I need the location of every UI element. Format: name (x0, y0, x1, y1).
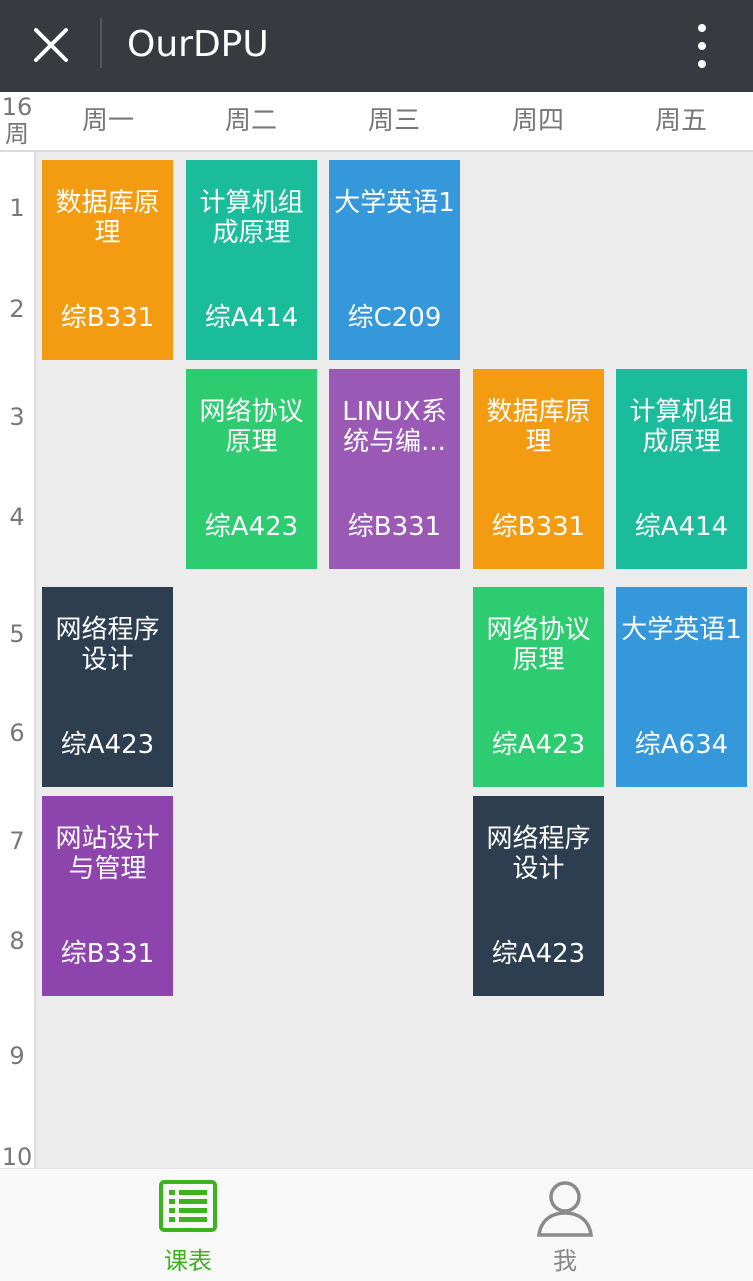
course-name: 数据库原理 (55, 188, 160, 248)
course-card[interactable]: 网站设计与管理综B331 (42, 796, 173, 996)
period-number: 10 (1, 1143, 33, 1168)
course-card[interactable]: 数据库原理综B331 (42, 160, 173, 360)
course-name: LINUX系统与编... (342, 397, 447, 457)
course-card[interactable]: 网络协议原理综A423 (186, 369, 317, 569)
period-number: 6 (9, 719, 25, 747)
more-menu-button[interactable] (680, 16, 724, 76)
course-room: 综B331 (491, 512, 586, 542)
course-card[interactable]: 网络程序设计综A423 (473, 796, 604, 996)
week-unit: 周 (5, 120, 29, 148)
period-number: 1 (9, 194, 25, 222)
course-card[interactable]: LINUX系统与编... 综B331 (329, 369, 460, 569)
more-dot-icon (698, 60, 706, 68)
course-room: 综B331 (347, 512, 442, 542)
day-header: 周四 (511, 106, 564, 136)
period-column: 1 2 3 4 5 6 7 8 9 10 (0, 152, 36, 1168)
timetable-icon (159, 1180, 217, 1232)
course-name: 网络程序设计 (486, 824, 591, 884)
period-number: 7 (9, 827, 25, 855)
course-name: 大学英语1 (334, 188, 455, 218)
period-number: 2 (9, 295, 25, 323)
more-dot-icon (698, 42, 706, 50)
close-button[interactable] (20, 16, 80, 76)
tab-me[interactable]: 我 (377, 1169, 753, 1281)
course-card[interactable]: 计算机组成原理综A414 (616, 369, 747, 569)
course-room: 综B331 (60, 939, 155, 969)
course-card[interactable]: 大学英语1 综A634 (616, 587, 747, 787)
weekday-header: 16 周 周一 周二 周三 周四 周五 (0, 92, 753, 152)
course-name: 网络程序设计 (55, 615, 160, 675)
week-indicator[interactable]: 16 周 (0, 94, 34, 148)
close-icon (34, 28, 68, 62)
title-separator (100, 18, 102, 68)
course-name: 网络协议原理 (199, 397, 304, 457)
tab-timetable-label: 课表 (164, 1247, 212, 1275)
course-name: 计算机组成原理 (629, 397, 734, 457)
timetable-grid: 1 2 3 4 5 6 7 8 9 10 数据库原理 综B331 计算机组成原理 综A414 大学英语1 综… (0, 152, 753, 1168)
course-card[interactable]: 网络程序设计综A423 (42, 587, 173, 787)
course-room: 综A414 (634, 512, 729, 542)
period-number: 3 (9, 403, 25, 431)
page-title: OurDPU (127, 24, 269, 65)
course-name: 大学英语1 (621, 615, 742, 645)
course-card[interactable]: 大学英语1 综C209 (329, 160, 460, 360)
week-number: 16 (1, 93, 33, 121)
title-bar: OurDPU (0, 0, 753, 92)
course-card[interactable]: 计算机组成原理综A414 (186, 160, 317, 360)
course-room: 综A423 (204, 512, 299, 542)
course-room: 综A423 (60, 730, 155, 760)
tab-me-label: 我 (553, 1247, 577, 1275)
day-header: 周二 (224, 106, 277, 136)
course-name: 网络协议原理 (486, 615, 591, 675)
course-room: 综B331 (60, 303, 155, 333)
course-room: 综C209 (347, 303, 442, 333)
course-room: 综A634 (634, 730, 729, 760)
period-number: 8 (9, 927, 25, 955)
day-header: 周一 (81, 106, 134, 136)
course-card[interactable]: 网络协议原理综A423 (473, 587, 604, 787)
course-room: 综A423 (491, 939, 586, 969)
period-number: 9 (9, 1042, 25, 1070)
day-header: 周三 (367, 106, 420, 136)
day-header: 周五 (654, 106, 707, 136)
course-name: 数据库原理 (486, 397, 591, 457)
more-dot-icon (698, 24, 706, 32)
course-name: 计算机组成原理 (199, 188, 304, 248)
course-card[interactable]: 数据库原理综B331 (473, 369, 604, 569)
user-icon (537, 1181, 593, 1237)
period-number: 4 (9, 503, 25, 531)
course-name: 网站设计与管理 (55, 824, 160, 884)
bottom-tab-bar: 课表 我 (0, 1168, 753, 1281)
course-room: 综A423 (491, 730, 586, 760)
course-room: 综A414 (204, 303, 299, 333)
tab-timetable[interactable]: 课表 (0, 1169, 376, 1281)
period-number: 5 (9, 620, 25, 648)
